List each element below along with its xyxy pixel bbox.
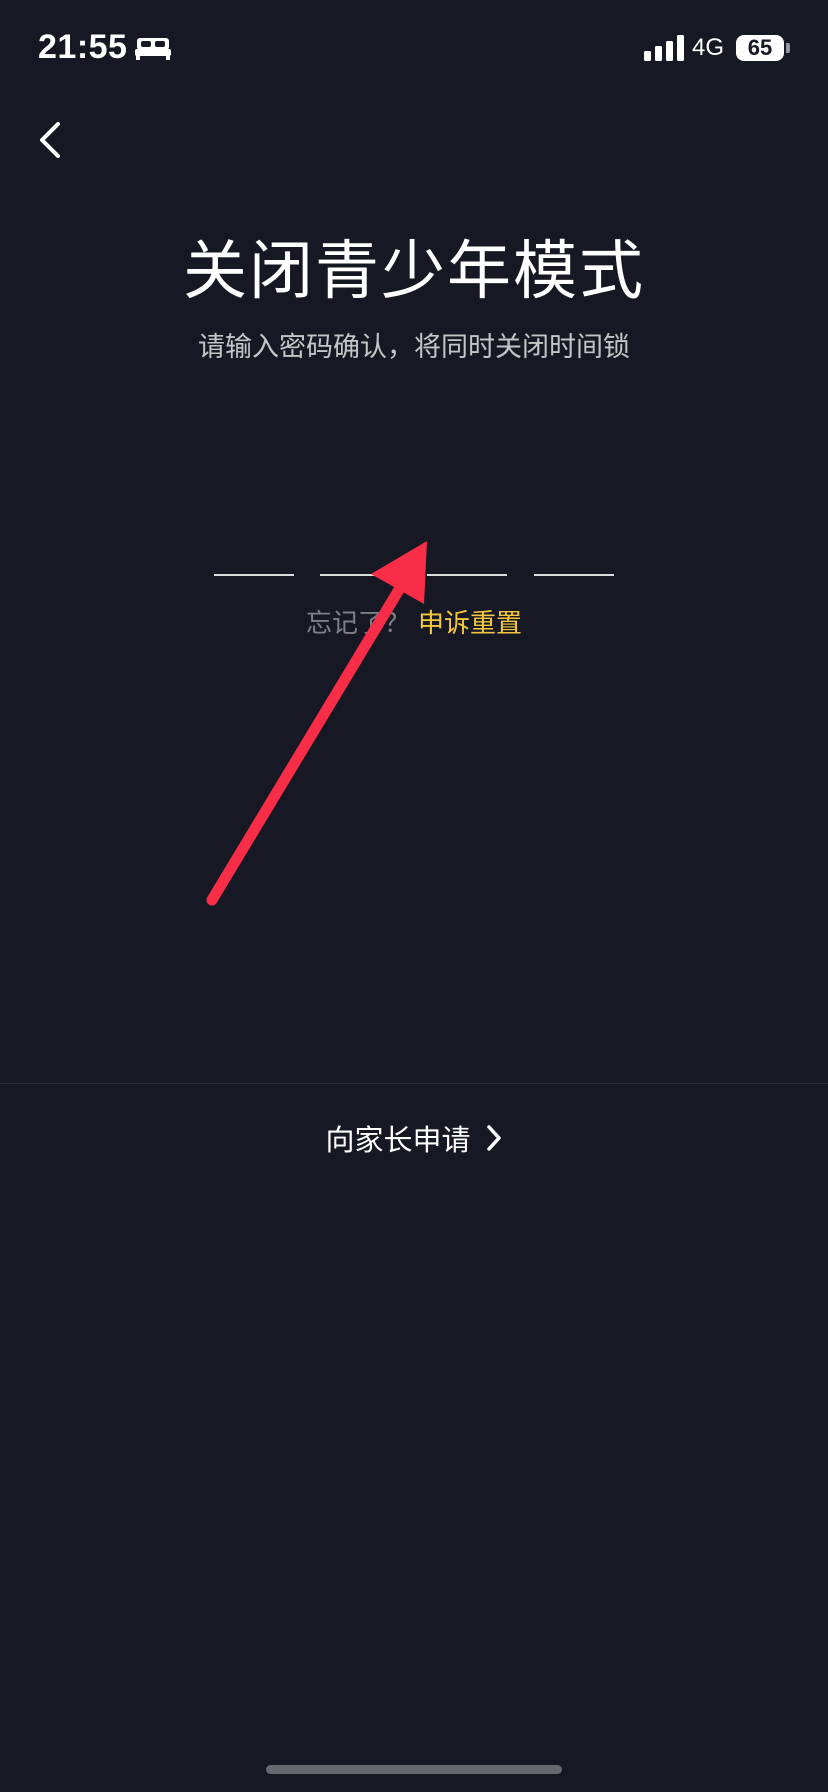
- code-slot-1[interactable]: [214, 540, 294, 576]
- status-time: 21:55: [38, 28, 128, 66]
- battery-icon: 65: [736, 35, 790, 61]
- battery-level: 65: [736, 35, 784, 61]
- code-slot-4[interactable]: [534, 540, 614, 576]
- status-right-group: 4G 65: [643, 34, 790, 62]
- appeal-reset-link[interactable]: 申诉重置: [418, 609, 522, 639]
- apply-to-parent-label: 向家长申请: [325, 1123, 471, 1157]
- home-indicator: [266, 1765, 562, 1774]
- signal-bars-icon: [643, 35, 684, 61]
- chevron-right-icon: [486, 1125, 501, 1151]
- apply-to-parent-button[interactable]: 向家长申请: [0, 1112, 828, 1164]
- page-subtitle: 请输入密码确认，将同时关闭时间锁: [198, 332, 630, 363]
- bed-icon: [135, 37, 172, 60]
- battery-cap: [786, 43, 790, 53]
- section-divider: [0, 1083, 828, 1084]
- code-slot-3[interactable]: [427, 540, 507, 576]
- network-type: 4G: [691, 34, 724, 61]
- page-title: 关闭青少年模式: [183, 235, 645, 309]
- chevron-left-icon: [40, 122, 60, 158]
- forgot-password-row: 忘记了？ 申诉重置: [0, 604, 828, 644]
- back-button[interactable]: [26, 116, 74, 164]
- password-code-input[interactable]: [214, 540, 614, 576]
- status-time-group: 21:55: [38, 28, 172, 67]
- status-bar: 21:55 4G 65: [0, 0, 828, 100]
- code-slot-2[interactable]: [320, 540, 400, 576]
- forgot-prompt: 忘记了？: [305, 609, 410, 639]
